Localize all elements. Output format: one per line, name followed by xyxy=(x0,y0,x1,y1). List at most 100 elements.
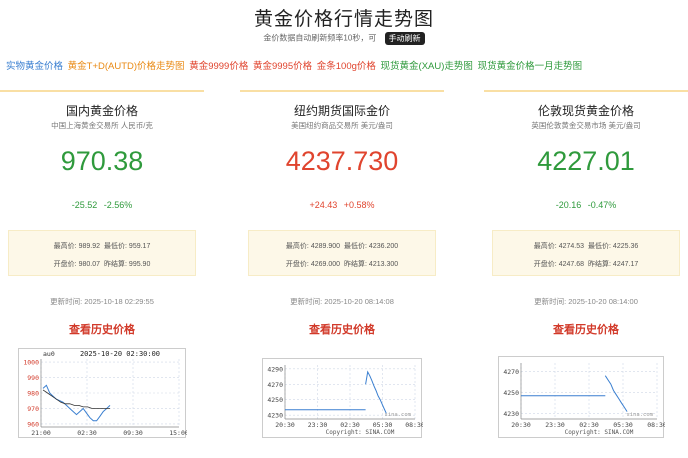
history-price-link[interactable]: 查看历史价格 xyxy=(0,321,204,337)
ny-futures-card: 纽约期货国际金价 美国纽约商品交易所 美元/盎司 4237.730 +24.43… xyxy=(240,90,444,452)
card-divider xyxy=(0,90,204,92)
price-stats: 最高价: 989.92 最低价: 959.17 开盘价: 980.07 昨结算: 995… xyxy=(8,230,196,276)
y-tick-label: 980 xyxy=(27,390,39,398)
x-tick-label: 02:30 xyxy=(579,421,599,429)
nav-link[interactable]: 黄金9999价格 xyxy=(189,61,248,72)
high-value: 4274.53 xyxy=(558,243,585,250)
intraday-chart[interactable]: 960 970 980 990 1000 21:00 02:30 09:30 15:00 au0 2… xyxy=(18,348,189,438)
price-change: -25.52 -2.56% xyxy=(0,200,204,210)
open-label: 开盘价: xyxy=(533,261,557,268)
high-label: 最高价: xyxy=(285,243,309,250)
change-value: -20.16 xyxy=(555,200,582,210)
open-value: 4269.000 xyxy=(310,261,341,268)
y-tick-label: 4250 xyxy=(267,396,283,404)
prev-label: 昨结算: xyxy=(103,261,127,268)
open-value: 980.07 xyxy=(78,261,101,268)
stats-row: 开盘价: 4269.000 昨结算: 4213.300 xyxy=(249,259,435,269)
change-percent: -0.47% xyxy=(587,200,617,210)
low-label: 最低价: xyxy=(103,243,127,250)
x-tick-label: 15:00 xyxy=(169,429,187,437)
prev-label: 昨结算: xyxy=(587,261,611,268)
y-tick-label: 4270 xyxy=(503,368,519,376)
update-time: 更新时间: 2025-10-20 08:14:08 xyxy=(290,297,394,306)
refresh-button[interactable]: 手动刷新 xyxy=(384,32,425,45)
low-value: 4236.200 xyxy=(368,243,399,250)
current-price: 4227.01 xyxy=(537,146,635,176)
y-tick-label: 4270 xyxy=(267,381,283,389)
refresh-info: 金价数据自动刷新频率10秒，可 手动刷新 xyxy=(0,32,688,45)
change-value: +24.43 xyxy=(309,200,338,210)
low-value: 959.17 xyxy=(128,243,151,250)
intraday-chart[interactable]: 4230 4250 4270 20:30 23:30 02:30 05:30 08:30 sin… xyxy=(498,356,667,438)
card-source: 英国伦敦黄金交易市场 美元/盎司 xyxy=(531,121,641,130)
price-change: -20.16 -0.47% xyxy=(484,200,688,210)
y-tick-label: 990 xyxy=(27,374,39,382)
london-spot-card: 伦敦现货黄金价格 英国伦敦黄金交易市场 美元/盎司 4227.01 -20.16… xyxy=(484,90,688,452)
price-series-line xyxy=(42,384,111,422)
price-series-line xyxy=(365,370,387,414)
x-tick-label: 20:30 xyxy=(511,421,531,429)
price-stats: 最高价: 4289.900 最低价: 4236.200 开盘价: 4269.000 昨… xyxy=(248,230,436,276)
page-title: 黄金价格行情走势图 xyxy=(253,9,434,30)
open-label: 开盘价: xyxy=(53,261,77,268)
update-time: 更新时间: 2025-10-20 08:14:00 xyxy=(534,297,638,306)
chart-copyright: Copyright: SINA.COM xyxy=(565,429,634,436)
x-tick-label: 08:30 xyxy=(647,421,665,429)
nav-link[interactable]: 黄金T+D(AUTD)价格走势图 xyxy=(68,61,185,72)
stats-row: 最高价: 989.92 最低价: 959.17 xyxy=(9,241,195,251)
chart-watermark: sina.com xyxy=(385,412,412,418)
open-value: 4247.68 xyxy=(558,261,585,268)
nav-link[interactable]: 现货黄金(XAU)走势图 xyxy=(381,61,473,72)
refresh-text: 金价数据自动刷新频率10秒，可 xyxy=(263,33,377,43)
prev-label: 昨结算: xyxy=(343,261,367,268)
prev-value: 4247.17 xyxy=(612,261,639,268)
chart-svg: 4230 4250 4270 4290 20:30 23:30 02:30 05:30 08:3… xyxy=(267,365,425,436)
high-value: 4289.900 xyxy=(310,243,341,250)
card-title: 国内黄金价格 xyxy=(65,104,138,118)
card-divider xyxy=(240,90,444,92)
chart-watermark: sina.com xyxy=(627,412,654,418)
chart-svg: 960 970 980 990 1000 21:00 02:30 09:30 15:00 au0 2… xyxy=(23,350,189,437)
stats-row: 最高价: 4274.53 最低价: 4225.36 xyxy=(493,241,679,251)
stats-row: 开盘价: 980.07 昨结算: 995.90 xyxy=(9,259,195,269)
x-tick-label: 05:30 xyxy=(613,421,633,429)
price-stats: 最高价: 4274.53 最低价: 4225.36 开盘价: 4247.68 昨结算:… xyxy=(492,230,680,276)
x-tick-label: 09:30 xyxy=(123,429,143,437)
stats-row: 开盘价: 4247.68 昨结算: 4247.17 xyxy=(493,259,679,269)
card-source: 美国纽约商品交易所 美元/盎司 xyxy=(291,121,393,130)
x-tick-label: 20:30 xyxy=(275,421,295,429)
low-label: 最低价: xyxy=(343,243,367,250)
chart-symbol: au0 xyxy=(43,350,55,358)
current-price: 970.38 xyxy=(60,146,144,176)
price-change: +24.43 +0.58% xyxy=(240,200,444,210)
nav-link[interactable]: 实物黄金价格 xyxy=(6,61,63,72)
chart-svg: 4230 4250 4270 20:30 23:30 02:30 05:30 08:30 sin… xyxy=(503,363,667,436)
intraday-chart[interactable]: 4230 4250 4270 4290 20:30 23:30 02:30 05:30 08:3… xyxy=(262,358,425,438)
chart-copyright: Copyright: SINA.COM xyxy=(326,429,395,436)
chart-timestamp: 2025-10-20 02:30:00 xyxy=(80,350,160,358)
nav-link[interactable]: 现货黄金价格一月走势图 xyxy=(478,61,583,72)
x-tick-label: 08:30 xyxy=(405,421,423,429)
card-source: 中国上海黄金交易所 人民币/克 xyxy=(51,121,153,130)
high-label: 最高价: xyxy=(533,243,557,250)
current-price: 4237.730 xyxy=(285,146,399,176)
change-percent: -2.56% xyxy=(103,200,133,210)
card-title: 伦敦现货黄金价格 xyxy=(537,104,634,118)
prev-value: 4213.300 xyxy=(368,261,399,268)
history-price-link[interactable]: 查看历史价格 xyxy=(240,321,444,337)
x-tick-label: 23:30 xyxy=(545,421,565,429)
nav-link[interactable]: 金条100g价格 xyxy=(317,61,376,72)
nav-link[interactable]: 黄金9995价格 xyxy=(253,61,312,72)
average-line xyxy=(42,389,110,409)
stats-row: 最高价: 4289.900 最低价: 4236.200 xyxy=(249,241,435,251)
y-tick-label: 1000 xyxy=(23,359,39,367)
price-series-line xyxy=(604,375,628,412)
y-tick-label: 4250 xyxy=(503,389,519,397)
y-tick-label: 970 xyxy=(27,405,39,413)
x-tick-label: 02:30 xyxy=(77,429,97,437)
open-label: 开盘价: xyxy=(285,261,309,268)
update-time: 更新时间: 2025-10-18 02:29:55 xyxy=(50,297,154,306)
change-percent: +0.58% xyxy=(343,200,375,210)
history-price-link[interactable]: 查看历史价格 xyxy=(484,321,688,337)
y-tick-label: 960 xyxy=(27,420,39,428)
